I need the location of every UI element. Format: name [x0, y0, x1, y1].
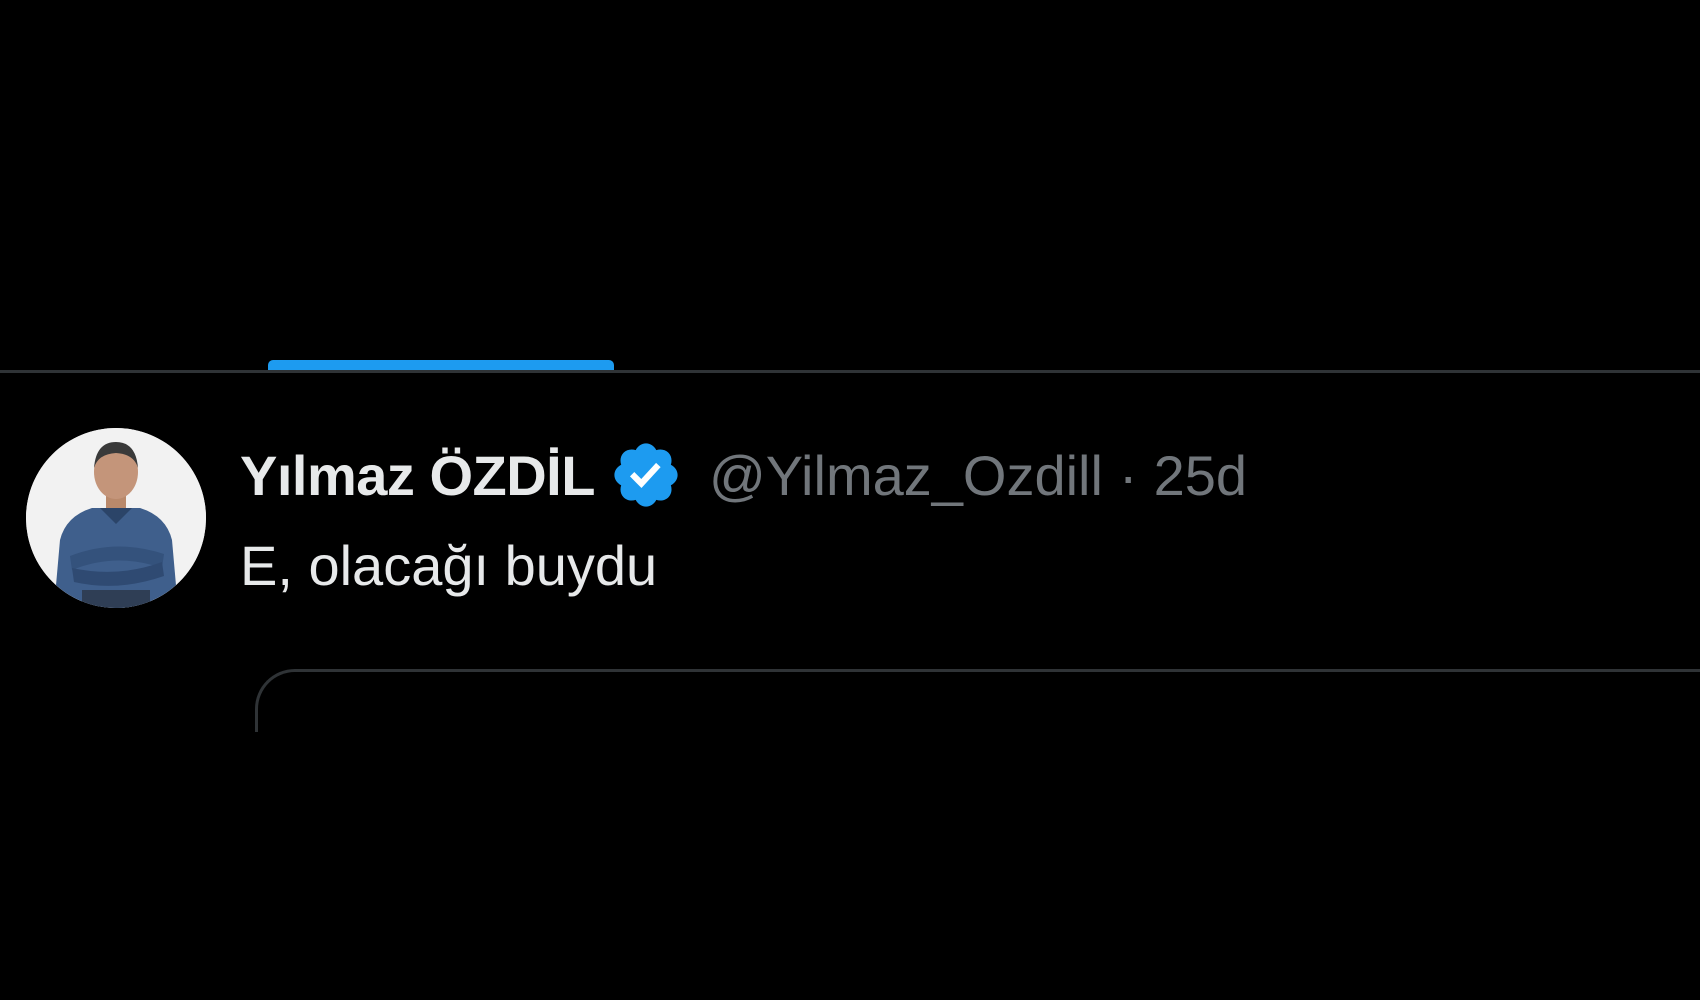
tweet-header: Yılmaz ÖZDİL @Yilmaz_Ozdill · 25d — [240, 435, 1247, 515]
active-tab-indicator — [268, 360, 614, 370]
tweet-text: E, olacağı buydu — [240, 534, 658, 597]
tweet[interactable]: Yılmaz ÖZDİL @Yilmaz_Ozdill · 25d E, ola… — [0, 373, 1700, 732]
quote-card[interactable] — [255, 669, 1700, 732]
verified-badge-icon[interactable] — [609, 438, 683, 512]
avatar-photo — [26, 428, 206, 608]
avatar[interactable] — [26, 428, 206, 608]
separator-dot: · — [1118, 443, 1138, 507]
display-name[interactable]: Yılmaz ÖZDİL — [240, 443, 595, 508]
page: Yılmaz ÖZDİL @Yilmaz_Ozdill · 25d E, ola… — [0, 0, 1700, 1000]
user-handle[interactable]: @Yilmaz_Ozdill — [709, 443, 1103, 508]
timestamp[interactable]: 25d — [1154, 443, 1247, 508]
